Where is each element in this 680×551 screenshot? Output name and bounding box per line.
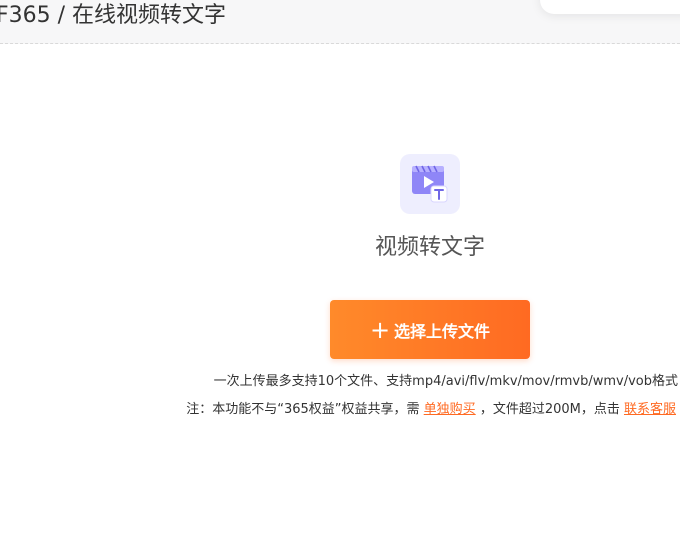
- upload-file-button[interactable]: + 选择上传文件: [330, 300, 530, 359]
- note-text: 注：本功能不与“365权益”权益共享，需 单独购买 ，文件超过200M，点击 联…: [186, 401, 676, 419]
- breadcrumb: F365 / 在线视频转文字: [0, 3, 227, 28]
- contact-service-link[interactable]: 联系客服: [624, 402, 676, 417]
- plus-icon: +: [369, 315, 391, 344]
- note-prefix: 注：本功能不与“365权益”权益共享，需: [186, 402, 424, 417]
- supported-formats-text: 一次上传最多支持10个文件、支持mp4/avi/flv/mkv/mov/rmvb…: [213, 374, 678, 389]
- tool-title: 视频转文字: [374, 235, 485, 260]
- note-middle: ，文件超过200M，点击: [475, 402, 624, 417]
- upload-button-label: 选择上传文件: [394, 321, 491, 341]
- buy-separately-link[interactable]: 单独购买: [424, 402, 476, 417]
- top-bar: F365 / 在线视频转文字: [0, 0, 680, 44]
- video-to-text-icon: [400, 154, 460, 214]
- corner-panel: [540, 0, 680, 14]
